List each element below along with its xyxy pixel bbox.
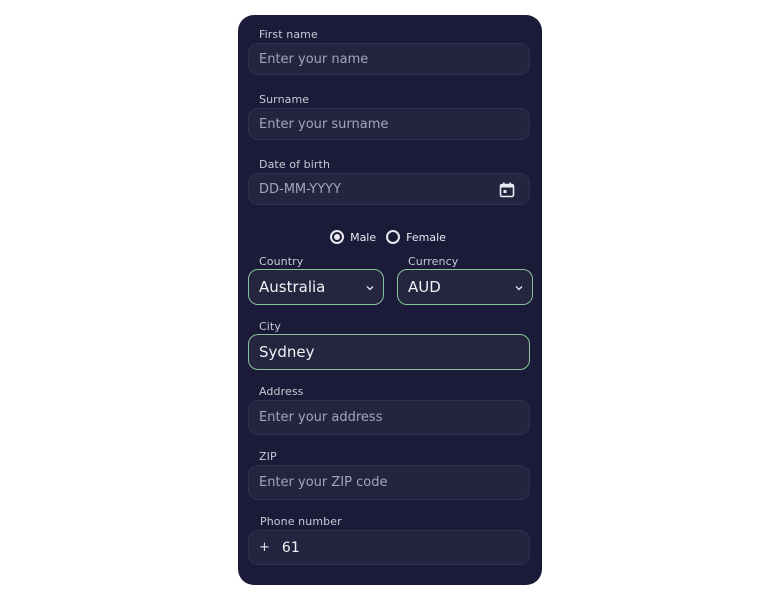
registration-form-card: First name Enter your name Surname Enter… bbox=[238, 15, 542, 585]
radio-option-female[interactable]: Female bbox=[386, 230, 450, 244]
surname-field[interactable]: Enter your surname bbox=[248, 108, 530, 140]
city-field[interactable]: Sydney bbox=[248, 334, 530, 370]
male-radio-button[interactable] bbox=[330, 230, 345, 244]
country-value: Australia bbox=[259, 278, 326, 296]
surname-label: Surname bbox=[259, 93, 310, 106]
zip-label: ZIP bbox=[259, 450, 277, 463]
country-label: Country bbox=[259, 255, 304, 268]
currency-select[interactable]: AUD bbox=[397, 269, 533, 305]
zip-placeholder: Enter your ZIP code bbox=[259, 475, 388, 490]
country-select[interactable]: Australia bbox=[248, 269, 384, 305]
address-placeholder: Enter your address bbox=[259, 410, 383, 425]
first-name-label: First name bbox=[259, 28, 318, 41]
date-of-birth-label: Date of birth bbox=[259, 158, 331, 171]
female-radio-label: Female bbox=[406, 230, 446, 244]
address-field[interactable]: Enter your address bbox=[248, 400, 530, 435]
gender-radio-group: Male Female bbox=[238, 227, 542, 247]
currency-value: AUD bbox=[408, 278, 441, 296]
city-label: City bbox=[259, 320, 281, 333]
currency-label: Currency bbox=[408, 255, 459, 268]
radio-option-male[interactable]: Male bbox=[330, 230, 380, 244]
phone-number-label: Phone number bbox=[260, 515, 342, 528]
chevron-down-icon bbox=[366, 286, 374, 291]
calendar-icon[interactable] bbox=[499, 182, 515, 198]
phone-prefix: + bbox=[259, 540, 270, 555]
date-of-birth-field[interactable]: DD-MM-YYYY bbox=[248, 173, 530, 205]
chevron-down-icon bbox=[515, 286, 523, 291]
first-name-placeholder: Enter your name bbox=[259, 51, 369, 67]
first-name-field[interactable]: Enter your name bbox=[248, 43, 530, 75]
city-value: Sydney bbox=[259, 343, 315, 361]
female-radio-button[interactable] bbox=[386, 230, 401, 244]
male-radio-label: Male bbox=[350, 230, 377, 244]
surname-placeholder: Enter your surname bbox=[259, 116, 389, 132]
phone-country-code: 61 bbox=[281, 539, 300, 556]
zip-field[interactable]: Enter your ZIP code bbox=[248, 465, 530, 500]
address-label: Address bbox=[259, 385, 304, 398]
phone-number-field[interactable]: + 61 bbox=[248, 530, 530, 565]
date-of-birth-placeholder: DD-MM-YYYY bbox=[259, 181, 342, 197]
